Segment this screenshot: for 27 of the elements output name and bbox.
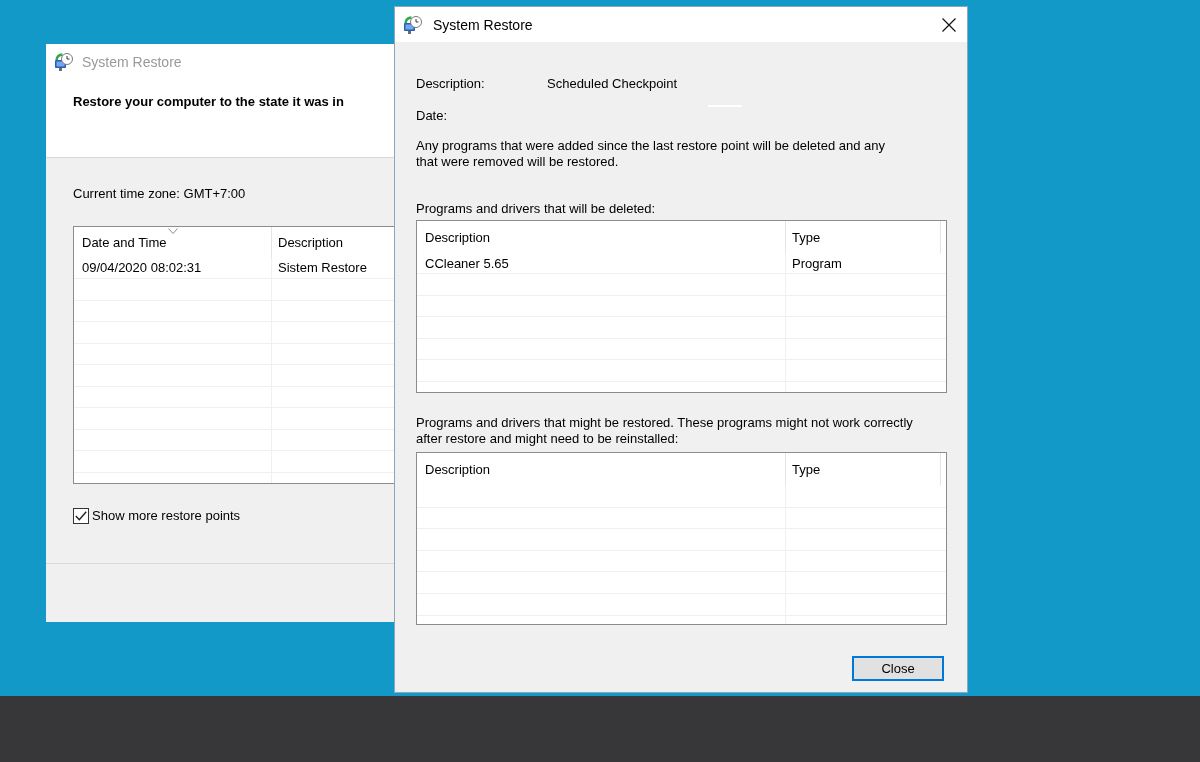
window-title: System Restore (433, 15, 533, 34)
checkbox-label[interactable]: Show more restore points (92, 508, 241, 524)
column-header[interactable]: Type (786, 221, 941, 254)
column-header[interactable]: Description (417, 221, 786, 254)
time-zone-label: Current time zone: GMT+7:00 (73, 186, 246, 202)
monitor-clock-icon (404, 15, 422, 34)
close-dialog-button[interactable]: Close (852, 656, 944, 681)
heading-text: Restore your computer to the state it was in (73, 94, 345, 110)
table-cell: 09/04/2020 08:02:31 (74, 258, 272, 278)
info-text: Any programs that were added since the last restore point will be deleted and any that were removed will be restored. (416, 138, 886, 170)
field-value: Scheduled Checkpoint (547, 76, 678, 92)
table-cell-text: Program (791, 254, 843, 273)
column-header[interactable]: Description (417, 453, 786, 486)
list-caption: Programs and drivers that will be deleted: (416, 201, 657, 217)
field-label: Date: (416, 108, 449, 124)
window-title: System Restore (82, 53, 182, 71)
table-cell: CCleaner 5.65 (417, 254, 786, 273)
close-icon (942, 17, 956, 32)
list-row[interactable]: 09/04/2020 08:02:31 Sistem Restore (74, 258, 395, 279)
checkbox[interactable] (73, 508, 89, 524)
field-label: Description: (416, 76, 486, 92)
column-header[interactable]: Type (786, 453, 941, 486)
list-caption: Programs and drivers that might be restored. These programs might not work correctly after restore and might need to be reinstalled: (416, 415, 914, 447)
column-header[interactable]: Description (272, 227, 395, 258)
checkmark-icon (75, 511, 87, 521)
table-cell-text: Sistem Restore (277, 259, 368, 278)
monitor-clock-icon (55, 53, 73, 71)
